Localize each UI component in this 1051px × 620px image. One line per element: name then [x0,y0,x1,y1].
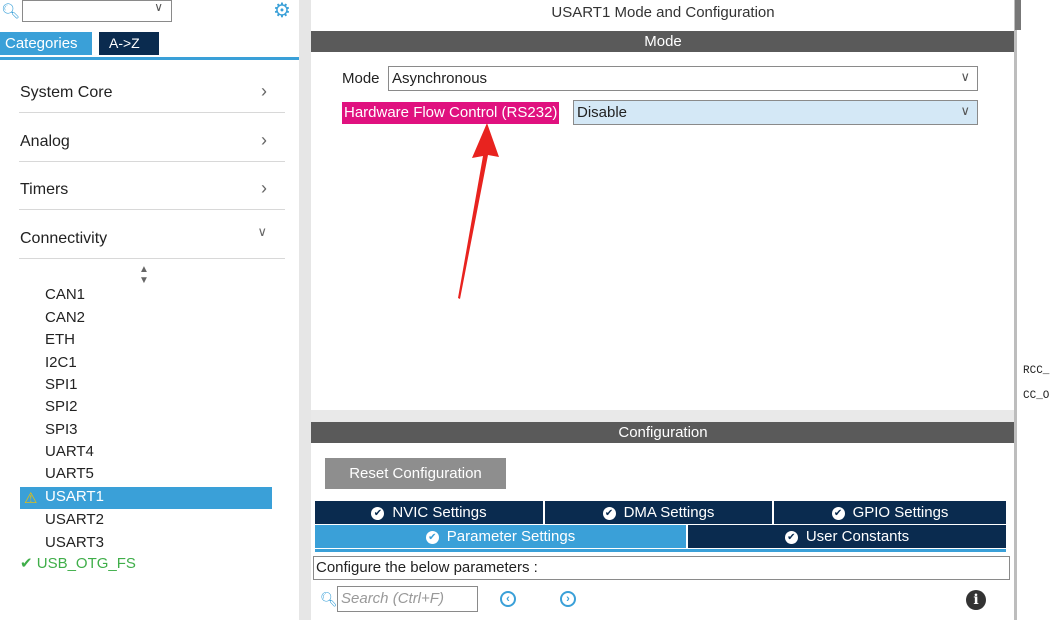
tab-label: GPIO Settings [852,504,949,521]
configure-parameters-text: Configure the below parameters : [313,556,1010,580]
category-system-core[interactable]: System Core › [19,65,285,113]
tab-underline [0,57,299,60]
tab-label: NVIC Settings [392,504,487,521]
warning-icon: ⚠ [24,490,38,507]
category-timers[interactable]: Timers › [19,162,285,210]
check-icon: ✔ [20,555,33,572]
next-match-icon[interactable]: › [560,591,576,607]
category-search-combo[interactable]: ∨ [22,0,172,22]
peripheral-label: USB_OTG_FS [36,555,136,572]
peripheral-spi3[interactable]: SPI3 [45,419,78,441]
tab-a-to-z[interactable]: A->Z [99,32,159,55]
pinout-label: RCC_ [1023,365,1050,377]
chevron-right-icon: › [261,81,267,101]
category-label: System Core [20,84,113,101]
tab-parameter-settings[interactable]: ✔ Parameter Settings [315,525,686,548]
info-icon[interactable]: i [966,590,986,610]
peripheral-usb-otg-fs[interactable]: ✔ USB_OTG_FS [20,554,136,572]
category-connectivity[interactable]: Connectivity ∨ [19,211,285,259]
chevron-down-icon: ∨ [257,224,267,239]
peripheral-spi1[interactable]: SPI1 [45,374,78,396]
check-circle-icon: ✔ [831,507,845,520]
gear-icon[interactable]: ⚙ [271,0,293,22]
chevron-down-icon[interactable]: ∨ [960,103,970,119]
check-circle-icon: ✔ [602,507,616,520]
chevron-down-icon[interactable]: ∨ [154,0,163,14]
peripheral-usart3[interactable]: USART3 [45,532,104,554]
category-label: Connectivity [20,230,108,247]
chevron-right-icon: › [261,178,267,198]
peripheral-spi2[interactable]: SPI2 [45,396,78,418]
tab-dma-settings[interactable]: ✔ DMA Settings [545,501,772,524]
category-label: Analog [20,133,70,150]
peripheral-uart5[interactable]: UART5 [45,463,94,485]
peripheral-usart2[interactable]: USART2 [45,509,104,531]
mode-select[interactable]: Asynchronous ∨ [388,66,978,91]
check-circle-icon: ✔ [425,531,439,544]
peripheral-usart1-selected[interactable]: ⚠ USART1 [20,487,272,509]
previous-match-icon[interactable]: ‹ [500,591,516,607]
page-title: USART1 Mode and Configuration [551,4,775,21]
right-panel [1015,0,1051,620]
chevron-down-icon[interactable]: ∨ [960,69,970,85]
parameter-search-input[interactable]: Search (Ctrl+F) [337,586,478,612]
sort-icon[interactable]: ▲ ▼ [139,264,149,286]
tab-categories[interactable]: Categories [0,32,92,55]
search-icon: 🔍︎ [320,591,338,607]
section-splitter[interactable] [311,410,1015,422]
search-icon[interactable]: 🔍︎ [1,2,20,20]
vertical-divider [1014,0,1017,620]
category-label: Timers [20,181,69,198]
chevron-right-icon: › [261,130,267,150]
mode-select-value: Asynchronous [392,70,488,87]
tab-label: DMA Settings [623,504,715,521]
tab-underline [315,549,1006,552]
annotation-arrow [458,123,499,299]
collapse-handle[interactable] [1015,0,1021,30]
peripheral-i2c1[interactable]: I2C1 [45,352,77,374]
reset-configuration-button[interactable]: Reset Configuration [325,458,506,489]
peripheral-uart4[interactable]: UART4 [45,441,94,463]
hardware-flow-control-select[interactable]: Disable ∨ [573,100,978,125]
tab-gpio-settings[interactable]: ✔ GPIO Settings [774,501,1006,524]
category-analog[interactable]: Analog › [19,114,285,162]
check-circle-icon: ✔ [784,531,798,544]
peripheral-can1[interactable]: CAN1 [45,284,85,306]
peripheral-can2[interactable]: CAN2 [45,307,85,329]
tab-user-constants[interactable]: ✔ User Constants [688,525,1006,548]
tab-label: Parameter Settings [446,528,576,545]
configuration-section-header: Configuration [311,422,1015,443]
peripheral-label: USART1 [45,488,104,505]
mode-label: Mode [342,70,380,87]
tab-label: User Constants [805,528,910,545]
check-circle-icon: ✔ [371,507,385,520]
peripheral-eth[interactable]: ETH [45,329,75,351]
tab-nvic-settings[interactable]: ✔ NVIC Settings [315,501,543,524]
pinout-label: CC_O [1023,390,1050,402]
mode-section-header: Mode [311,31,1015,52]
hw-flow-select-value: Disable [577,104,628,121]
panel-splitter[interactable] [299,0,311,620]
